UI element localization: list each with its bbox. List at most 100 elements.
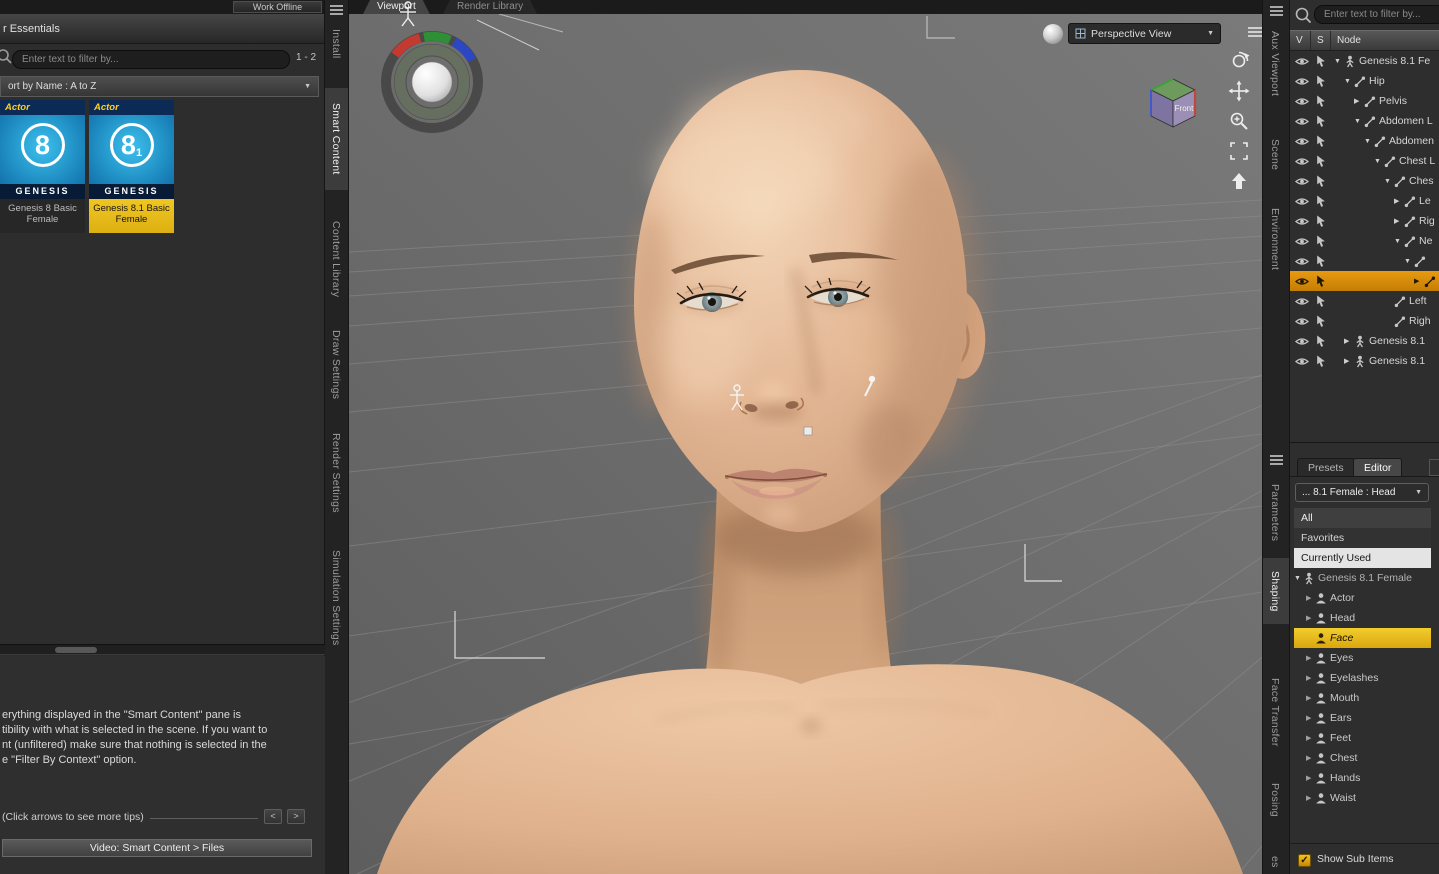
tab-presets[interactable]: Presets: [1297, 458, 1355, 477]
visibility-eye-icon[interactable]: [1295, 217, 1309, 226]
tab-simulation-settings[interactable]: Simulation Settings: [325, 536, 348, 660]
selection-cursor-icon[interactable]: [1316, 295, 1326, 308]
expand-arrow[interactable]: ▼: [1384, 178, 1394, 185]
selection-cursor-icon[interactable]: [1316, 275, 1326, 288]
expand-arrow[interactable]: ▶: [1306, 754, 1315, 762]
visibility-eye-icon[interactable]: [1295, 117, 1309, 126]
tab-editor[interactable]: Editor: [1353, 458, 1403, 477]
expand-arrow[interactable]: ▶: [1344, 337, 1354, 345]
expand-arrow[interactable]: ▶: [1306, 714, 1315, 722]
selection-cursor-icon[interactable]: [1316, 95, 1326, 108]
region-row[interactable]: ▶ Eyes: [1294, 648, 1431, 668]
content-filter-input[interactable]: [12, 50, 290, 69]
pane-option-button[interactable]: [1429, 459, 1439, 476]
region-row[interactable]: ▶ Waist: [1294, 788, 1431, 808]
tab-scene[interactable]: Scene: [1263, 130, 1289, 180]
selection-cursor-icon[interactable]: [1316, 235, 1326, 248]
scene-node-row[interactable]: ▶ Genesis 8.1: [1290, 351, 1439, 371]
selection-cursor-icon[interactable]: [1316, 55, 1326, 68]
next-tip-button[interactable]: >: [287, 809, 305, 824]
scene-filter-input[interactable]: [1314, 5, 1439, 24]
tab-shaping[interactable]: Shaping: [1263, 558, 1289, 624]
scene-node-row[interactable]: ▼: [1290, 251, 1439, 271]
visibility-eye-icon[interactable]: [1295, 57, 1309, 66]
panel-menu-icon[interactable]: [1270, 4, 1283, 18]
filter-favorites[interactable]: Favorites: [1294, 528, 1431, 548]
scene-node-row[interactable]: ▼ Ne: [1290, 231, 1439, 251]
expand-arrow[interactable]: ▶: [1306, 734, 1315, 742]
panel-menu-icon[interactable]: [330, 3, 343, 17]
selection-cursor-icon[interactable]: [1316, 255, 1326, 268]
expand-arrow[interactable]: ▼: [1364, 138, 1374, 145]
frame-selection-button[interactable]: [1228, 140, 1250, 162]
expand-arrow[interactable]: ▶: [1306, 614, 1315, 622]
tab-aux-viewport[interactable]: Aux Viewport: [1263, 20, 1289, 108]
work-offline-button[interactable]: Work Offline: [233, 1, 322, 13]
visibility-eye-icon[interactable]: [1295, 197, 1309, 206]
region-row[interactable]: ▶ Eyelashes: [1294, 668, 1431, 688]
expand-arrow[interactable]: ▼: [1354, 118, 1364, 125]
orientation-cube[interactable]: Front: [1141, 70, 1205, 134]
visibility-eye-icon[interactable]: [1295, 97, 1309, 106]
region-row[interactable]: ▶ Mouth: [1294, 688, 1431, 708]
visibility-eye-icon[interactable]: [1295, 137, 1309, 146]
expand-arrow[interactable]: ▼: [1344, 78, 1354, 85]
region-row[interactable]: ▶ Actor: [1294, 588, 1431, 608]
expand-arrow[interactable]: ▼: [1294, 575, 1303, 582]
scene-node-row[interactable]: ▶ Genesis 8.1: [1290, 331, 1439, 351]
tab-smart-content[interactable]: Smart Content: [325, 88, 348, 190]
selection-cursor-icon[interactable]: [1316, 195, 1326, 208]
visibility-eye-icon[interactable]: [1295, 237, 1309, 246]
tab-partial[interactable]: es: [1263, 850, 1289, 874]
show-sub-items-checkbox[interactable]: ✓: [1298, 854, 1311, 867]
viewport-canvas[interactable]: [349, 14, 1262, 874]
orbit-navigation-widget[interactable]: [381, 31, 483, 133]
selection-square-handle[interactable]: [803, 426, 813, 436]
expand-arrow[interactable]: ▶: [1414, 277, 1424, 285]
selection-cursor-icon[interactable]: [1316, 135, 1326, 148]
region-row[interactable]: ▶ Hands: [1294, 768, 1431, 788]
panel-menu-icon[interactable]: [1270, 453, 1283, 467]
selection-cursor-icon[interactable]: [1316, 75, 1326, 88]
column-node[interactable]: Node: [1331, 31, 1439, 50]
expand-arrow[interactable]: ▶: [1344, 357, 1354, 365]
tab-environment[interactable]: Environment: [1263, 192, 1289, 286]
expand-arrow[interactable]: ▶: [1306, 774, 1315, 782]
scene-node-row[interactable]: ▼ Hip: [1290, 71, 1439, 91]
scene-node-row[interactable]: ▼ Chest L: [1290, 151, 1439, 171]
visibility-eye-icon[interactable]: [1295, 317, 1309, 326]
draw-style-sphere-icon[interactable]: [1043, 24, 1063, 44]
region-row-selected[interactable]: Face: [1294, 628, 1431, 648]
visibility-eye-icon[interactable]: [1295, 77, 1309, 86]
expand-arrow[interactable]: ▶: [1306, 654, 1315, 662]
asset-card-genesis81-selected[interactable]: Actor 81 GENESIS Genesis 8.1 Basic Femal…: [89, 100, 174, 233]
selection-cursor-icon[interactable]: [1316, 155, 1326, 168]
zoom-camera-button[interactable]: [1228, 110, 1250, 132]
tab-install[interactable]: Install: [325, 18, 348, 70]
selection-cursor-icon[interactable]: [1316, 335, 1326, 348]
expand-arrow[interactable]: ▼: [1334, 58, 1344, 65]
tab-face-transfer[interactable]: Face Transfer: [1263, 662, 1289, 762]
tab-draw-settings[interactable]: Draw Settings: [325, 320, 348, 410]
sort-dropdown[interactable]: ort by Name : A to Z ▼: [0, 76, 319, 97]
expand-arrow[interactable]: ▶: [1306, 594, 1315, 602]
visibility-eye-icon[interactable]: [1295, 257, 1309, 266]
scene-node-row[interactable]: ▼ Genesis 8.1 Fe: [1290, 51, 1439, 71]
shaping-root-row[interactable]: ▼ Genesis 8.1 Female: [1294, 568, 1431, 588]
shaping-scope-dropdown[interactable]: ... 8.1 Female : Head ▼: [1295, 483, 1429, 502]
selection-cursor-icon[interactable]: [1316, 355, 1326, 368]
region-row[interactable]: ▶ Head: [1294, 608, 1431, 628]
expand-arrow[interactable]: ▼: [1394, 238, 1404, 245]
selection-cursor-icon[interactable]: [1316, 115, 1326, 128]
visibility-eye-icon[interactable]: [1295, 157, 1309, 166]
region-row[interactable]: ▶ Feet: [1294, 728, 1431, 748]
asset-card-genesis8[interactable]: Actor 8 GENESIS Genesis 8 Basic Female: [0, 100, 85, 233]
expand-arrow[interactable]: ▼: [1374, 158, 1384, 165]
tab-parameters[interactable]: Parameters: [1263, 474, 1289, 552]
expand-arrow[interactable]: ▶: [1306, 794, 1315, 802]
expand-arrow[interactable]: ▶: [1394, 197, 1404, 205]
scene-node-row[interactable]: ▼ Abdomen: [1290, 131, 1439, 151]
visibility-eye-icon[interactable]: [1295, 277, 1309, 286]
expand-arrow[interactable]: ▶: [1354, 97, 1364, 105]
expand-arrow[interactable]: ▼: [1404, 258, 1414, 265]
